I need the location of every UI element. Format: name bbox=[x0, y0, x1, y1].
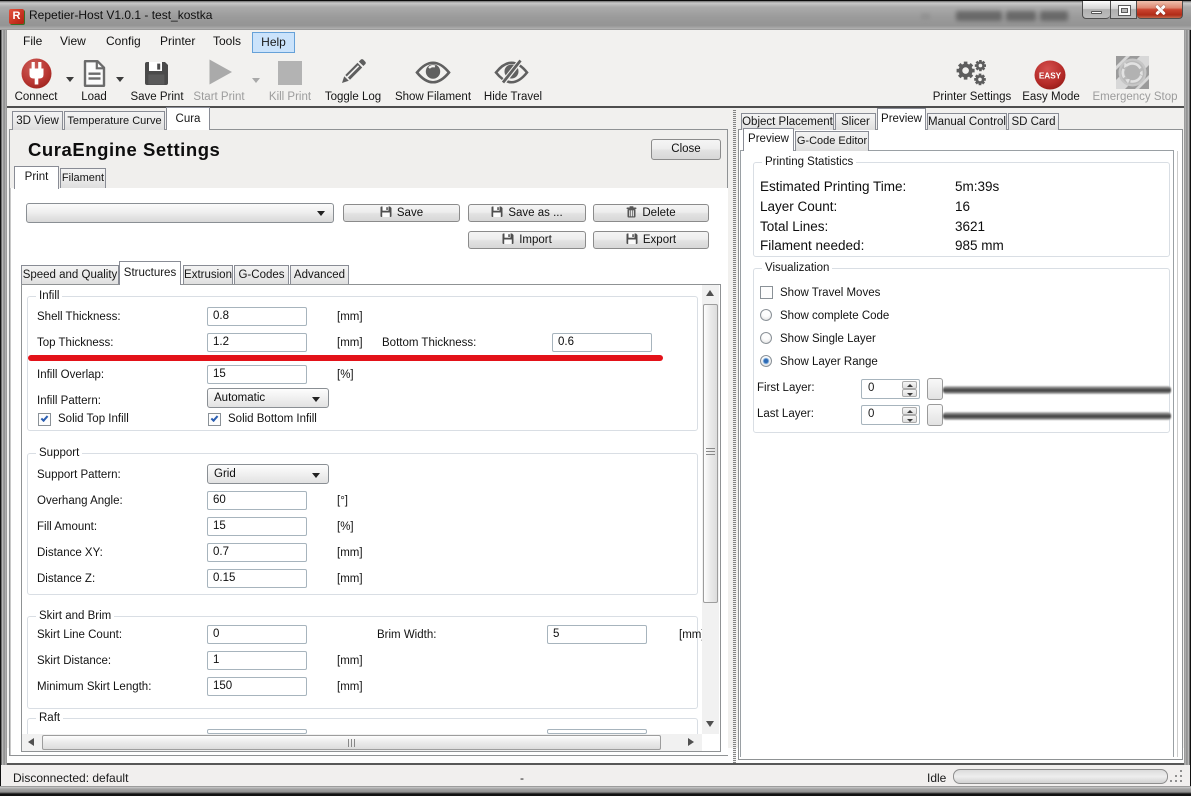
svg-text:EASY: EASY bbox=[1039, 72, 1062, 81]
